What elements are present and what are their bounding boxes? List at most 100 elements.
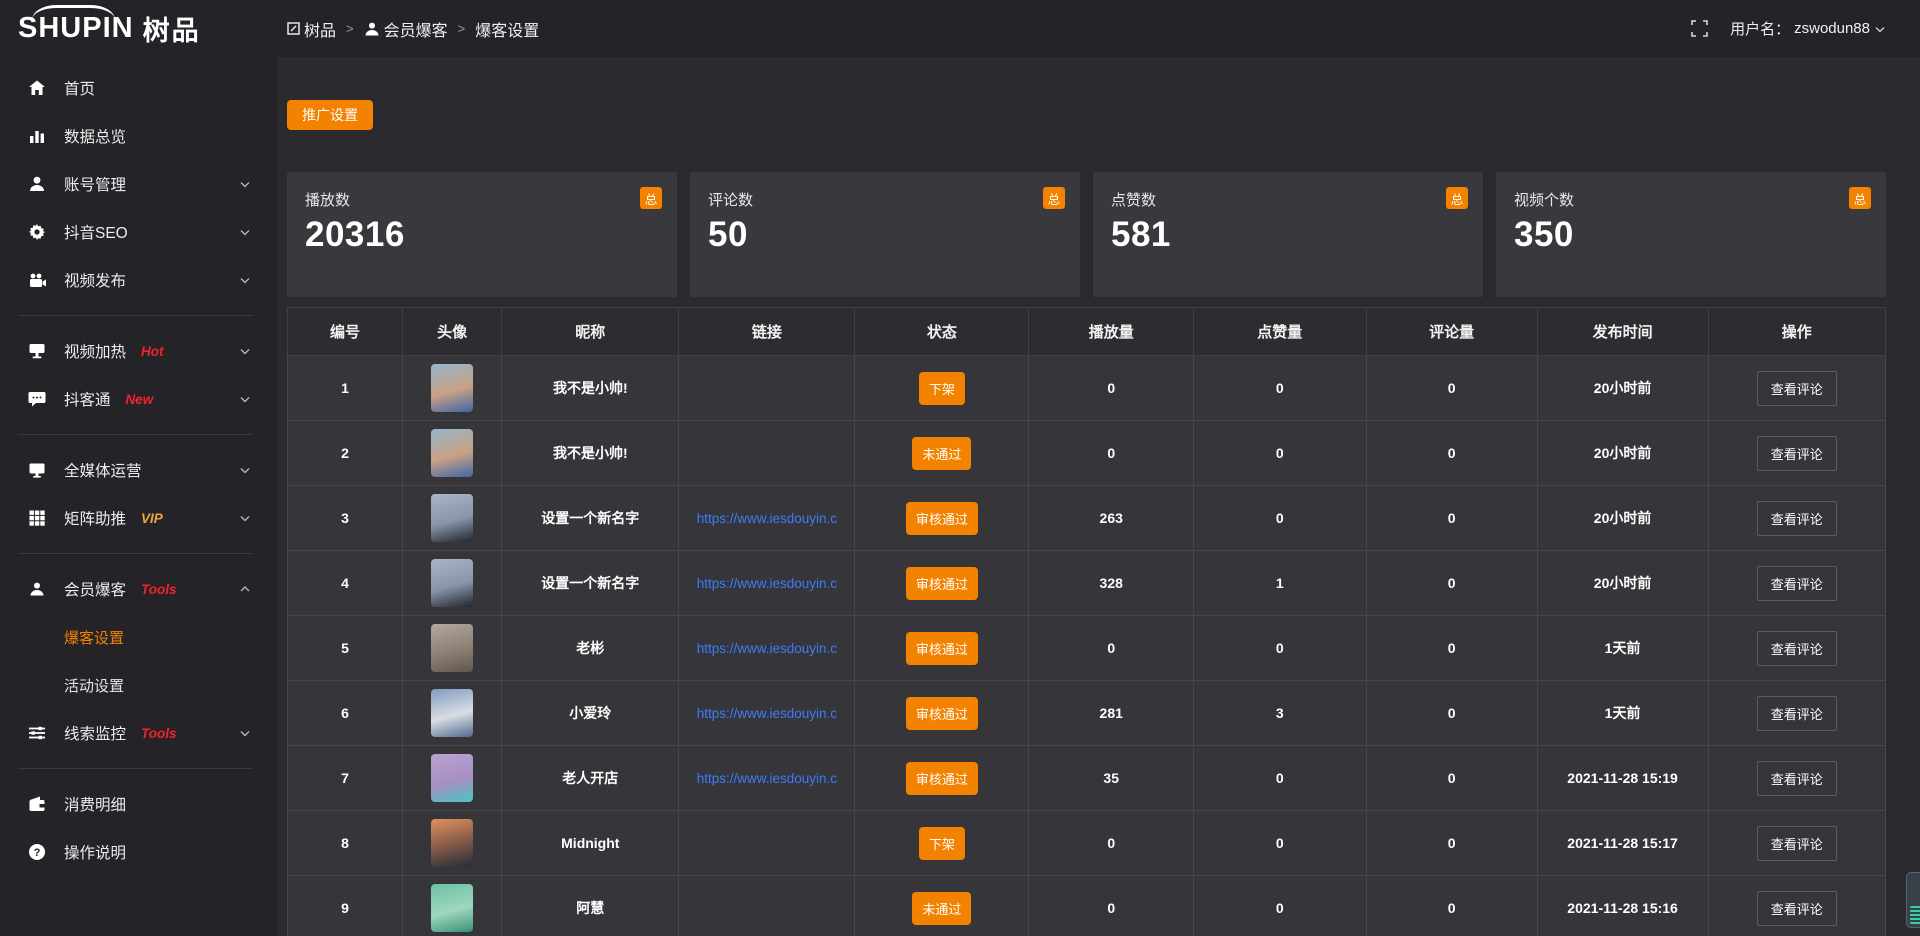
cell-plays: 263 [1029, 486, 1194, 551]
cell-publish-time: 1天前 [1537, 616, 1708, 681]
promo-settings-button[interactable]: 推广设置 [287, 100, 373, 130]
video-link[interactable]: https://www.iesdouyin.c [697, 576, 837, 591]
view-comments-button[interactable]: 查看评论 [1757, 761, 1837, 796]
sidebar-item-全媒体运营[interactable]: 全媒体运营 [0, 446, 277, 494]
cell-plays: 0 [1029, 421, 1194, 486]
video-link[interactable]: https://www.iesdouyin.c [697, 641, 837, 656]
sidebar-subitem-爆客设置[interactable]: 爆客设置 [0, 613, 277, 661]
cell-nickname: 我不是小帅! [502, 356, 679, 421]
total-badge: 总 [1446, 187, 1468, 209]
chevron-up-icon [239, 583, 251, 595]
view-comments-button[interactable]: 查看评论 [1757, 436, 1837, 471]
sidebar-item-线索监控[interactable]: 线索监控Tools [0, 709, 277, 757]
status-badge[interactable]: 未通过 [912, 892, 971, 925]
avatar [431, 754, 473, 802]
cell-link [679, 356, 855, 421]
sliders-icon [27, 724, 47, 742]
user-menu[interactable]: 用户名：zswodun88 [1730, 18, 1886, 39]
cell-status: 审核通过 [855, 551, 1029, 616]
table-row: 7老人开店https://www.iesdouyin.c审核通过35002021… [288, 746, 1886, 811]
sidebar-item-账号管理[interactable]: 账号管理 [0, 160, 277, 208]
cell-link [679, 811, 855, 876]
avatar [431, 364, 473, 412]
view-comments-button[interactable]: 查看评论 [1757, 566, 1837, 601]
stat-card-label: 点赞数 [1111, 189, 1465, 210]
floating-widget[interactable] [1906, 872, 1920, 928]
sidebar-item-矩阵助推[interactable]: 矩阵助推VIP [0, 494, 277, 542]
cell-comments: 0 [1366, 356, 1537, 421]
app-logo[interactable]: SHUPIN 树品 [0, 0, 277, 57]
cell-nickname: 设置一个新名字 [502, 486, 679, 551]
sidebar-item-数据总览[interactable]: 数据总览 [0, 112, 277, 160]
cell-comments: 0 [1366, 551, 1537, 616]
column-header: 发布时间 [1537, 308, 1708, 356]
column-header: 链接 [679, 308, 855, 356]
status-badge[interactable]: 审核通过 [906, 762, 978, 795]
breadcrumb-item[interactable]: 树品 [287, 17, 336, 41]
cell-avatar [403, 551, 502, 616]
cell-number: 5 [288, 616, 403, 681]
cell-likes: 0 [1194, 876, 1367, 936]
cell-avatar [403, 486, 502, 551]
view-comments-button[interactable]: 查看评论 [1757, 371, 1837, 406]
stat-card-label: 播放数 [305, 189, 659, 210]
sidebar-item-会员爆客[interactable]: 会员爆客 Tools [0, 565, 277, 613]
edit-square-icon [287, 22, 300, 35]
help-icon: ? [27, 843, 47, 861]
cell-link: https://www.iesdouyin.c [679, 551, 855, 616]
sidebar-item-tag: VIP [141, 511, 163, 526]
video-link[interactable]: https://www.iesdouyin.c [697, 511, 837, 526]
stat-card: 播放数20316总 [287, 172, 677, 297]
status-badge[interactable]: 下架 [919, 827, 965, 860]
chevron-down-icon [1874, 23, 1886, 35]
status-badge[interactable]: 审核通过 [906, 567, 978, 600]
view-comments-button[interactable]: 查看评论 [1757, 891, 1837, 926]
breadcrumb-item[interactable]: 会员爆客 [364, 17, 448, 41]
status-badge[interactable]: 审核通过 [906, 632, 978, 665]
sidebar-item-label: 会员爆客 [64, 578, 126, 600]
column-header: 编号 [288, 308, 403, 356]
sidebar-item-视频加热[interactable]: 视频加热Hot [0, 327, 277, 375]
fullscreen-icon[interactable] [1691, 20, 1708, 37]
sidebar-item-label: 全媒体运营 [64, 459, 142, 481]
sidebar-subitem-活动设置[interactable]: 活动设置 [0, 661, 277, 709]
main-content: 推广设置 播放数20316总评论数50总点赞数581总视频个数350总 编号头像… [277, 57, 1920, 936]
avatar [431, 429, 473, 477]
status-badge[interactable]: 下架 [919, 372, 965, 405]
cell-likes: 1 [1194, 551, 1367, 616]
cell-avatar [403, 421, 502, 486]
cell-status: 未通过 [855, 876, 1029, 936]
breadcrumb-item[interactable]: 爆客设置 [475, 17, 539, 41]
video-link[interactable]: https://www.iesdouyin.c [697, 706, 837, 721]
sidebar-item-视频发布[interactable]: 视频发布 [0, 256, 277, 304]
cell-link: https://www.iesdouyin.c [679, 616, 855, 681]
view-comments-button[interactable]: 查看评论 [1757, 696, 1837, 731]
view-comments-button[interactable]: 查看评论 [1757, 501, 1837, 536]
stat-card-value: 350 [1514, 215, 1868, 255]
cell-link: https://www.iesdouyin.c [679, 681, 855, 746]
sidebar-item-抖音SEO[interactable]: 抖音SEO [0, 208, 277, 256]
view-comments-button[interactable]: 查看评论 [1757, 826, 1837, 861]
sidebar-item-抖客通[interactable]: 抖客通New [0, 375, 277, 423]
cell-actions: 查看评论 [1708, 876, 1885, 936]
status-badge[interactable]: 审核通过 [906, 502, 978, 535]
cell-status: 审核通过 [855, 486, 1029, 551]
cell-link: https://www.iesdouyin.c [679, 746, 855, 811]
chevron-down-icon [239, 274, 251, 286]
column-header: 昵称 [502, 308, 679, 356]
table-row: 8Midnight下架0002021-11-28 15:17查看评论 [288, 811, 1886, 876]
sidebar-item-首页[interactable]: 首页 [0, 64, 277, 112]
status-badge[interactable]: 审核通过 [906, 697, 978, 730]
cell-nickname: 设置一个新名字 [502, 551, 679, 616]
total-badge: 总 [1043, 187, 1065, 209]
sidebar-item-操作说明[interactable]: ?操作说明 [0, 828, 277, 876]
cell-publish-time: 20小时前 [1537, 551, 1708, 616]
sidebar-item-消费明细[interactable]: 消费明细 [0, 780, 277, 828]
sidebar-item-tag: Tools [141, 582, 177, 597]
video-link[interactable]: https://www.iesdouyin.c [697, 771, 837, 786]
status-badge[interactable]: 未通过 [912, 437, 971, 470]
view-comments-button[interactable]: 查看评论 [1757, 631, 1837, 666]
table-row: 2我不是小帅!未通过00020小时前查看评论 [288, 421, 1886, 486]
cell-likes: 0 [1194, 421, 1367, 486]
cell-plays: 281 [1029, 681, 1194, 746]
